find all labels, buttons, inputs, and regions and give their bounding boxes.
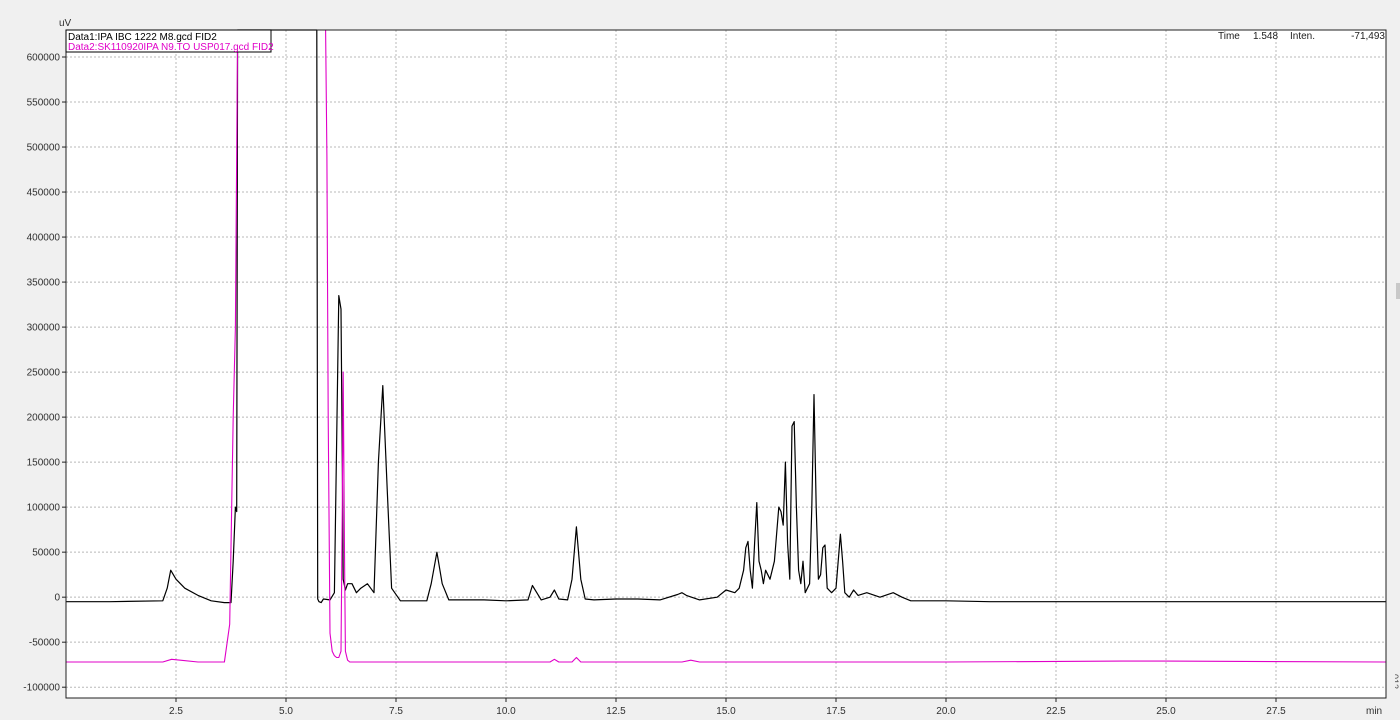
x-tick-label: 25.0 — [1156, 706, 1176, 717]
x-tick-label: 5.0 — [279, 706, 293, 717]
y-tick-label: 300000 — [27, 323, 61, 334]
legend-entry-data2: Data2:SK110920IPA N9.TO USP017.gcd FID2 — [68, 42, 274, 53]
y-tick-label: 450000 — [27, 188, 61, 199]
y-tick-label: 200000 — [27, 413, 61, 424]
y-tick-label: 550000 — [27, 98, 61, 109]
x-tick-label: 15.0 — [716, 706, 736, 717]
y-tick-label: 0 — [54, 593, 60, 604]
scroll-handle[interactable] — [1396, 283, 1400, 299]
y-tick-label: 350000 — [27, 278, 61, 289]
x-tick-label: 17.5 — [826, 706, 846, 717]
x-tick-label: 12.5 — [606, 706, 626, 717]
corner-label: 012 — [1395, 674, 1400, 690]
y-tick-label: 50000 — [32, 548, 60, 559]
x-tick-label: 27.5 — [1266, 706, 1286, 717]
x-unit-label: min — [1366, 706, 1382, 717]
chromatogram-chart[interactable]: 2.5 5.0 7.5 10.0 12.5 15.0 17.5 20.0 22.5 25.0 27.… — [0, 0, 1400, 720]
y-tick-label: 150000 — [27, 458, 61, 469]
y-tick-label: 400000 — [27, 233, 61, 244]
y-tick-label: -50000 — [29, 638, 61, 649]
x-tick-label: 22.5 — [1046, 706, 1066, 717]
y-tick-label: 500000 — [27, 143, 61, 154]
readout-time-label: Time — [1218, 31, 1240, 42]
x-tick-label: 7.5 — [389, 706, 403, 717]
y-unit-label: uV — [59, 18, 72, 29]
y-tick-label: -100000 — [23, 683, 60, 694]
readout-inten-value: -71,493 — [1351, 31, 1385, 42]
x-tick-label: 10.0 — [496, 706, 516, 717]
y-tick-label: 600000 — [27, 53, 61, 64]
y-tick-label: 250000 — [27, 368, 61, 379]
readout-inten-label: Inten. — [1290, 31, 1315, 42]
legend: Data1:IPA IBC 1222 M8.gcd FID2 Data2:SK1… — [65, 29, 274, 53]
readout-time-value: 1.548 — [1253, 31, 1278, 42]
chromatogram-window: 2.5 5.0 7.5 10.0 12.5 15.0 17.5 20.0 22.5 25.0 27.… — [0, 0, 1400, 720]
x-tick-label: 20.0 — [936, 706, 956, 717]
y-tick-label: 100000 — [27, 503, 61, 514]
x-tick-label: 2.5 — [169, 706, 183, 717]
